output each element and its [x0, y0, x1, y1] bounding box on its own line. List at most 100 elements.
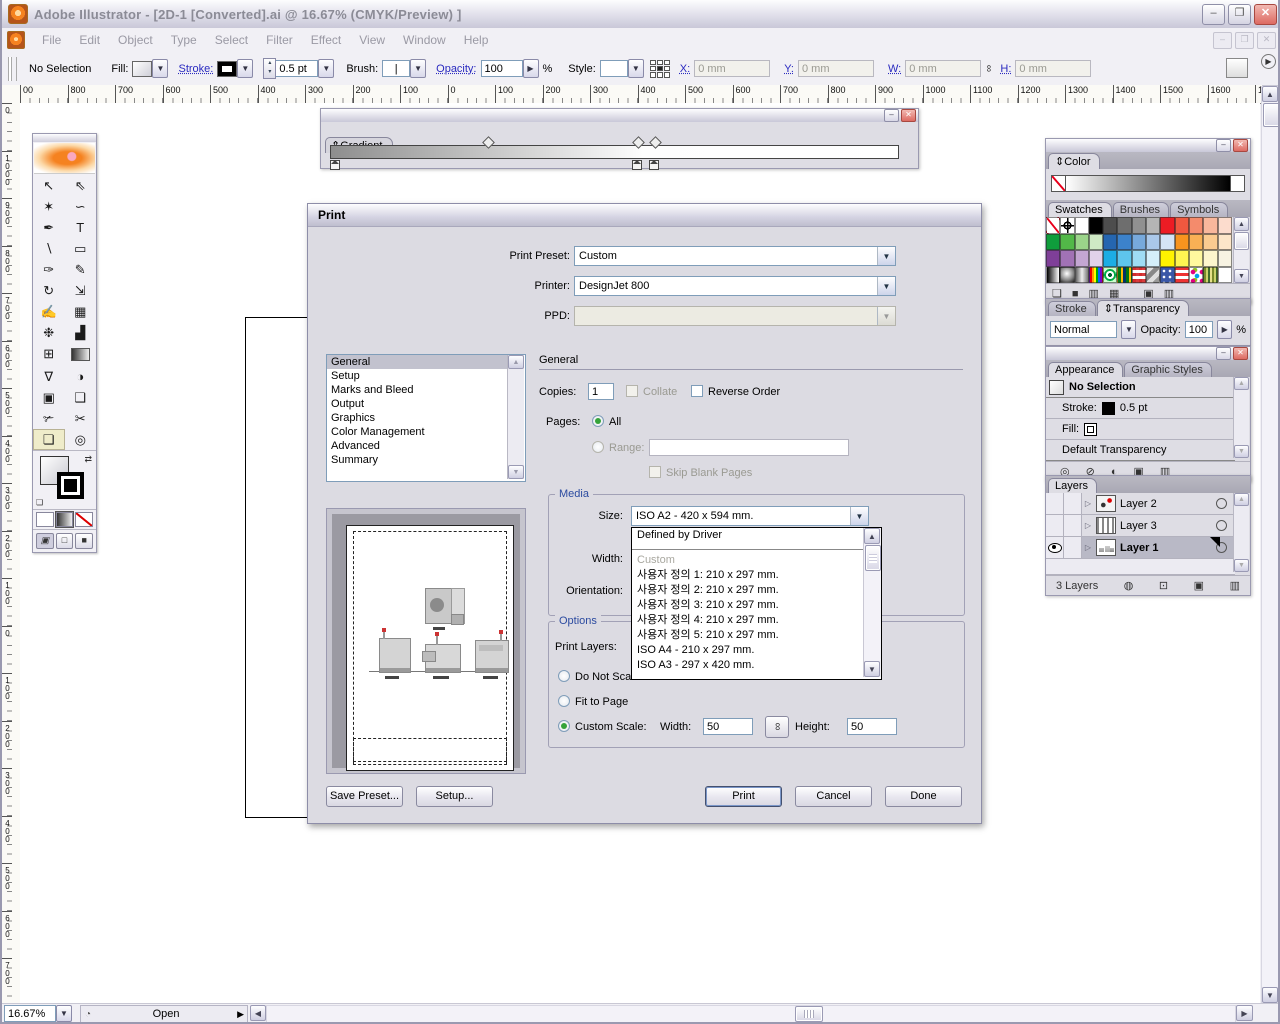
layer-visibility-toggle[interactable]: [1046, 493, 1064, 514]
stroke-weight-field[interactable]: 0.5 pt: [276, 60, 318, 77]
tool-icon[interactable]: ✂: [65, 408, 97, 429]
tool-icon[interactable]: ✑: [33, 259, 65, 280]
print-section-item[interactable]: Summary: [327, 453, 509, 467]
menu-item[interactable]: Help: [455, 30, 498, 50]
size-dropdown-item[interactable]: 사용자 정의 5: 210 x 297 mm.: [632, 628, 864, 643]
w-label[interactable]: W:: [888, 63, 901, 75]
print-section-item[interactable]: General: [327, 355, 509, 369]
new-layer-icon[interactable]: ▣: [1194, 579, 1204, 592]
gradient-stop[interactable]: [649, 160, 659, 170]
swatch[interactable]: [1046, 250, 1060, 267]
x-field[interactable]: 0 mm: [694, 60, 770, 77]
scroll-up-icon[interactable]: ▲: [1262, 86, 1278, 102]
layer-name[interactable]: Layer 1: [1120, 542, 1216, 554]
swatch[interactable]: [1132, 250, 1146, 267]
layer-expand-icon[interactable]: ▷: [1082, 499, 1094, 508]
gradient-minimize-icon[interactable]: –: [884, 109, 899, 122]
swatch[interactable]: [1089, 234, 1103, 251]
swatches-tab[interactable]: Swatches: [1048, 202, 1112, 217]
x-label[interactable]: X:: [680, 63, 690, 75]
stroke-weight-dropdown-icon[interactable]: ▼: [318, 59, 334, 78]
h-label[interactable]: H:: [1000, 63, 1011, 75]
fit-to-page-radio[interactable]: [558, 695, 570, 707]
swap-fill-stroke-icon[interactable]: ⇄: [84, 454, 92, 465]
swatch[interactable]: [1075, 267, 1089, 284]
swatch[interactable]: [1089, 217, 1103, 234]
swatch[interactable]: [1103, 250, 1117, 267]
constrain-chain-icon[interactable]: ∞: [983, 65, 994, 72]
style-dropdown-icon[interactable]: ▼: [628, 59, 644, 78]
stroke-weight-stepper[interactable]: ▴▾: [263, 58, 276, 79]
reverse-order-checkbox[interactable]: [691, 385, 703, 397]
appearance-scrollbar[interactable]: ▲ ▼: [1233, 377, 1249, 458]
swatch[interactable]: [1132, 267, 1146, 284]
palette-minimize-icon[interactable]: –: [1216, 139, 1231, 152]
minimize-icon[interactable]: –: [1202, 4, 1225, 25]
size-dropdown-item[interactable]: 사용자 정의 1: 210 x 297 mm.: [632, 568, 864, 583]
layer-target-icon[interactable]: [1216, 542, 1227, 553]
swatch[interactable]: [1117, 267, 1131, 284]
scroll-left-icon[interactable]: ◀: [250, 1005, 266, 1021]
default-fill-stroke-icon[interactable]: ❏: [36, 498, 43, 507]
menu-item[interactable]: Type: [162, 30, 206, 50]
scroll-up-icon[interactable]: ▲: [864, 528, 880, 544]
tool-icon[interactable]: ✒: [33, 217, 65, 238]
swatch[interactable]: [1060, 267, 1074, 284]
print-preview[interactable]: [326, 508, 526, 774]
swatch[interactable]: [1146, 217, 1160, 234]
swatch[interactable]: [1160, 217, 1174, 234]
scale-width-field[interactable]: 50: [703, 718, 753, 735]
gradient-stop[interactable]: [330, 160, 340, 170]
menu-item[interactable]: Select: [206, 30, 257, 50]
swatch[interactable]: [1175, 234, 1189, 251]
fill-dropdown-icon[interactable]: ▼: [152, 59, 168, 78]
scroll-up-icon[interactable]: ▲: [1234, 493, 1249, 506]
menu-item[interactable]: Effect: [302, 30, 350, 50]
print-section-item[interactable]: Output: [327, 397, 509, 411]
color-spectrum-bar[interactable]: [1066, 175, 1231, 192]
standard-screen-mode-button[interactable]: ▣: [36, 533, 54, 549]
size-dropdown-item[interactable]: 사용자 정의 4: 210 x 297 mm.: [632, 613, 864, 628]
tool-icon[interactable]: ∖: [33, 238, 65, 259]
new-sublayer-icon[interactable]: ⊡: [1159, 579, 1168, 592]
y-field[interactable]: 0 mm: [798, 60, 874, 77]
none-button[interactable]: [75, 512, 93, 527]
swatch[interactable]: [1089, 267, 1103, 284]
setup-button[interactable]: Setup...: [416, 786, 493, 807]
appearance-tab[interactable]: Graphic Styles: [1124, 362, 1212, 377]
copies-field[interactable]: 1: [588, 383, 614, 400]
swatches-scrollbar[interactable]: ▲ ▼: [1233, 217, 1249, 283]
zoom-level-field[interactable]: 16.67%: [4, 1005, 56, 1022]
size-dropdown-item[interactable]: 사용자 정의 3: 210 x 297 mm.: [632, 598, 864, 613]
scroll-down-icon[interactable]: ▼: [1234, 559, 1249, 572]
gradient-button[interactable]: [56, 512, 74, 527]
layer-lock-toggle[interactable]: [1064, 493, 1082, 514]
layer-visibility-toggle[interactable]: [1046, 515, 1064, 536]
swatch[interactable]: [1046, 267, 1060, 284]
swatch[interactable]: [1103, 217, 1117, 234]
swatch[interactable]: [1218, 217, 1232, 234]
swatch[interactable]: [1203, 267, 1217, 284]
swatch[interactable]: [1218, 267, 1232, 284]
palette-close-icon[interactable]: ✕: [1233, 347, 1248, 360]
tool-icon[interactable]: ❉: [33, 322, 65, 343]
menu-item[interactable]: View: [350, 30, 394, 50]
swatch[interactable]: [1160, 250, 1174, 267]
print-preset-select[interactable]: Custom▼: [574, 246, 896, 266]
swatch[interactable]: [1046, 234, 1060, 251]
tool-icon[interactable]: ▦: [65, 301, 97, 322]
swatch[interactable]: [1189, 267, 1203, 284]
gradient-bar[interactable]: [330, 145, 899, 159]
scroll-down-icon[interactable]: ▼: [508, 465, 524, 479]
swatch[interactable]: [1103, 234, 1117, 251]
swatch[interactable]: [1132, 234, 1146, 251]
menu-item[interactable]: Object: [109, 30, 162, 50]
horizontal-ruler[interactable]: 0080070060050040030020010001002003004005…: [20, 85, 1262, 104]
make-clipping-mask-icon[interactable]: ◍: [1124, 579, 1134, 592]
swatch[interactable]: [1175, 267, 1189, 284]
blend-mode-select[interactable]: Normal: [1050, 321, 1117, 338]
layer-lock-toggle[interactable]: [1064, 515, 1082, 536]
swatches-tab[interactable]: Brushes: [1113, 202, 1169, 217]
tool-icon[interactable]: ◑: [65, 366, 97, 387]
swatch[interactable]: [1160, 234, 1174, 251]
